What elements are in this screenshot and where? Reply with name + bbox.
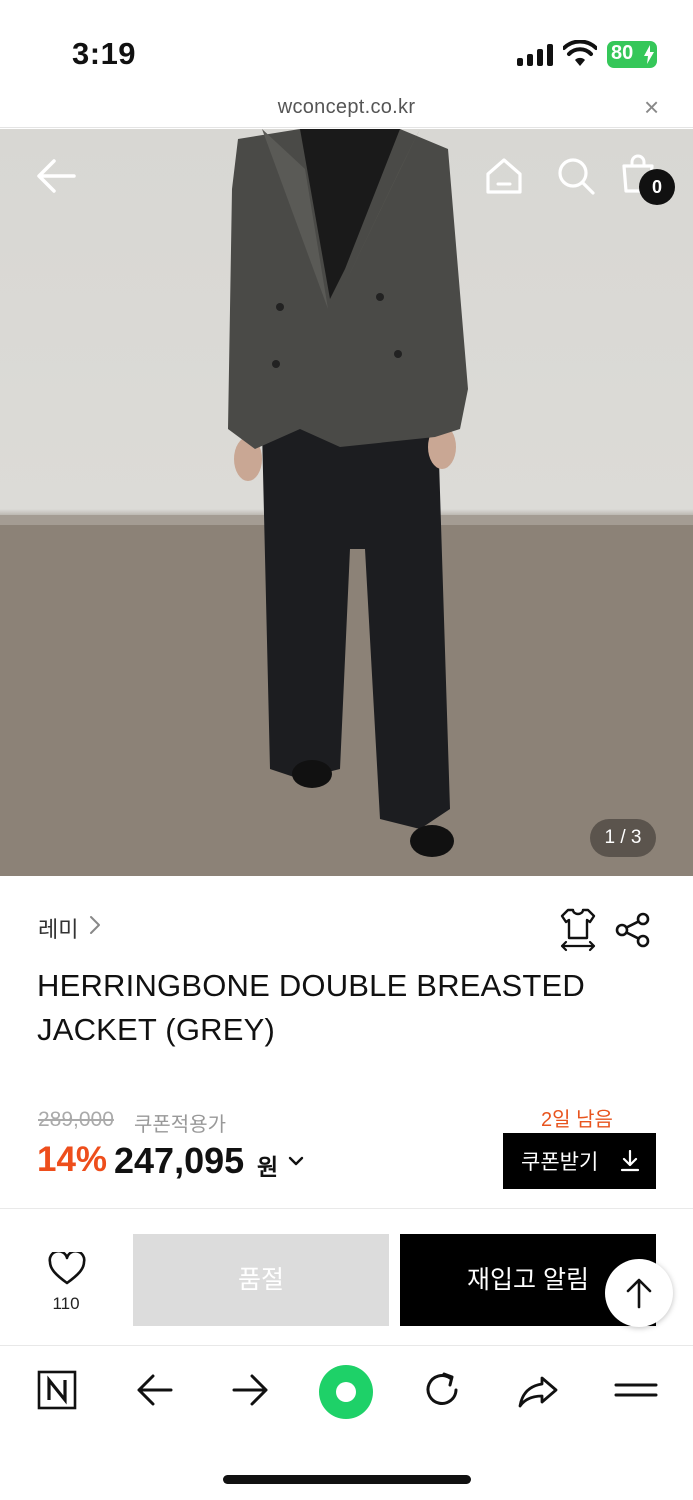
close-icon[interactable]: × bbox=[644, 94, 659, 120]
green-dot-icon[interactable] bbox=[318, 1364, 374, 1420]
original-price: 289,000 bbox=[38, 1108, 114, 1131]
size-guide-icon[interactable] bbox=[558, 908, 598, 952]
cellular-signal-icon bbox=[517, 44, 555, 66]
scroll-to-top-button[interactable] bbox=[605, 1259, 673, 1327]
search-icon[interactable] bbox=[556, 156, 596, 196]
wish-count: 110 bbox=[52, 1294, 80, 1313]
coupon-download-button[interactable]: 쿠폰받기 bbox=[503, 1133, 656, 1189]
brand-link[interactable]: 레미 bbox=[38, 912, 78, 944]
naver-icon[interactable] bbox=[37, 1366, 77, 1414]
download-icon bbox=[620, 1150, 640, 1172]
image-counter: 1 / 3 bbox=[590, 819, 656, 857]
product-image[interactable] bbox=[0, 129, 693, 876]
coupon-applied-label: 쿠폰적용가 bbox=[134, 1114, 226, 1136]
battery-level: 80 bbox=[611, 42, 634, 64]
back-arrow-icon[interactable] bbox=[36, 158, 76, 194]
sale-price: 247,095 bbox=[114, 1140, 245, 1181]
chevron-down-icon[interactable] bbox=[288, 1156, 304, 1166]
back-icon[interactable] bbox=[135, 1366, 175, 1414]
section-divider bbox=[0, 1208, 693, 1209]
forward-icon[interactable] bbox=[230, 1366, 270, 1414]
coupon-button-label: 쿠폰받기 bbox=[521, 1151, 599, 1174]
discount-rate: 14% bbox=[37, 1140, 108, 1179]
soldout-button[interactable]: 품절 bbox=[133, 1234, 389, 1326]
product-title: HERRINGBONE DOUBLE BREASTED JACKET (GREY… bbox=[37, 968, 586, 1047]
currency-label: 원 bbox=[257, 1154, 279, 1180]
charging-bolt-icon bbox=[644, 45, 654, 64]
url-text[interactable]: wconcept.co.kr bbox=[0, 96, 693, 119]
status-time: 3:19 bbox=[72, 36, 137, 71]
share-icon[interactable] bbox=[615, 912, 651, 948]
home-icon[interactable] bbox=[484, 156, 524, 196]
arrow-up-icon bbox=[626, 1278, 652, 1309]
status-bar: 3:19 80 bbox=[0, 0, 693, 88]
wifi-icon bbox=[563, 40, 597, 66]
product-photo bbox=[0, 129, 693, 876]
chevron-right-icon[interactable] bbox=[88, 914, 102, 936]
home-indicator bbox=[223, 1475, 471, 1484]
battery-icon: 80 bbox=[607, 41, 657, 68]
heart-icon[interactable] bbox=[48, 1252, 86, 1286]
coupon-days-left: 2일 남음 bbox=[541, 1109, 613, 1131]
share-arrow-icon[interactable] bbox=[516, 1366, 560, 1414]
menu-icon[interactable] bbox=[614, 1366, 658, 1414]
cart-count-badge[interactable]: 0 bbox=[639, 169, 675, 205]
url-bar[interactable]: wconcept.co.kr × bbox=[0, 88, 693, 128]
reload-icon[interactable] bbox=[420, 1366, 464, 1414]
